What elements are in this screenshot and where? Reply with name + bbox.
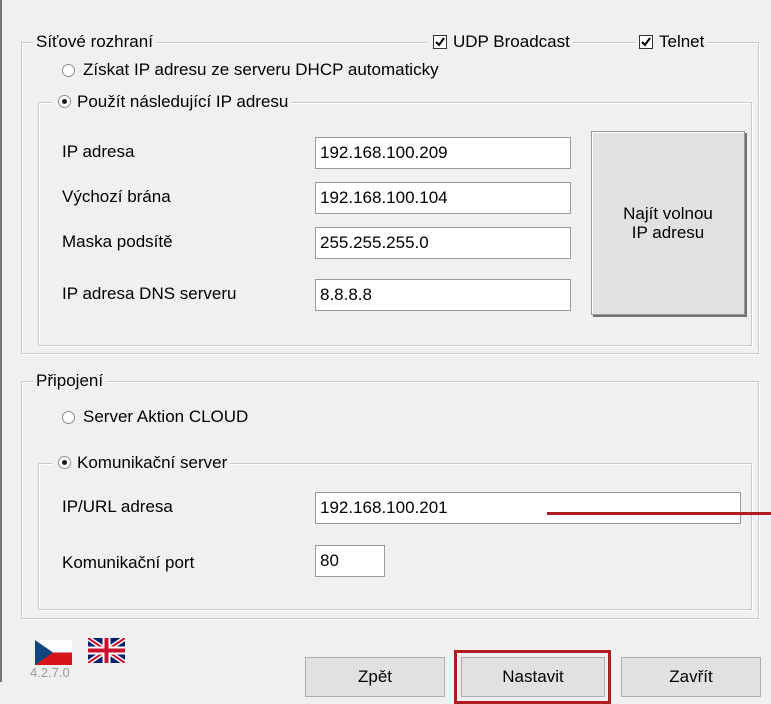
dns-server-input[interactable]: 8.8.8.8 bbox=[315, 279, 571, 311]
checkmark-icon bbox=[641, 37, 651, 47]
network-group-title: Síťové rozhraní bbox=[33, 33, 156, 51]
udp-broadcast-option[interactable]: UDP Broadcast bbox=[427, 33, 573, 51]
ip-address-label: IP adresa bbox=[62, 142, 135, 161]
find-free-ip-line2: IP adresu bbox=[631, 223, 705, 242]
radio-static[interactable] bbox=[58, 95, 71, 108]
radio-comm-label: Komunikační server bbox=[77, 453, 228, 472]
set-button-highlight bbox=[454, 650, 611, 704]
back-button[interactable]: Zpět bbox=[305, 657, 445, 697]
radio-comm[interactable] bbox=[58, 456, 71, 469]
checkmark-icon bbox=[435, 37, 445, 47]
uk-flag-icon[interactable] bbox=[86, 635, 127, 666]
close-button[interactable]: Zavřít bbox=[621, 657, 761, 697]
version-label: 4.2.7.0 bbox=[30, 665, 70, 680]
gateway-input[interactable]: 192.168.100.104 bbox=[315, 182, 571, 214]
window-edge bbox=[0, 0, 2, 682]
ip-url-label: IP/URL adresa bbox=[62, 497, 173, 516]
telnet-option[interactable]: Telnet bbox=[636, 32, 708, 51]
dns-server-label: IP adresa DNS serveru bbox=[62, 284, 237, 303]
ip-address-input[interactable]: 192.168.100.209 bbox=[315, 137, 571, 169]
connection-group-title: Připojení bbox=[33, 372, 107, 390]
comm-port-input[interactable]: 80 bbox=[315, 545, 385, 577]
subnet-mask-label: Maska podsítě bbox=[62, 232, 173, 251]
subnet-mask-input[interactable]: 255.255.255.0 bbox=[315, 227, 571, 259]
czech-flag-icon[interactable] bbox=[35, 640, 72, 665]
comm-server-option[interactable]: Komunikační server bbox=[52, 453, 231, 472]
find-free-ip-button[interactable]: Najít volnou IP adresu bbox=[591, 131, 745, 315]
gateway-label: Výchozí brána bbox=[62, 187, 171, 206]
radio-dhcp[interactable] bbox=[62, 64, 75, 77]
ip-url-input[interactable]: 192.168.100.201 bbox=[315, 492, 741, 524]
telnet-checkbox[interactable] bbox=[639, 35, 653, 49]
radio-cloud-label[interactable]: Server Aktion CLOUD bbox=[83, 407, 248, 427]
static-ip-option[interactable]: Použít následující IP adresu bbox=[52, 92, 292, 111]
find-free-ip-line1: Najít volnou bbox=[623, 204, 713, 223]
comm-port-label: Komunikační port bbox=[62, 553, 195, 572]
radio-dhcp-label[interactable]: Získat IP adresu ze serveru DHCP automat… bbox=[83, 60, 439, 80]
radio-cloud[interactable] bbox=[62, 411, 75, 424]
comm-server-group bbox=[38, 463, 752, 610]
udp-broadcast-label: UDP Broadcast bbox=[453, 32, 570, 51]
telnet-label: Telnet bbox=[659, 32, 705, 51]
annotation-line bbox=[547, 512, 771, 515]
udp-broadcast-checkbox[interactable] bbox=[433, 35, 447, 49]
radio-static-label: Použít následující IP adresu bbox=[77, 92, 289, 111]
